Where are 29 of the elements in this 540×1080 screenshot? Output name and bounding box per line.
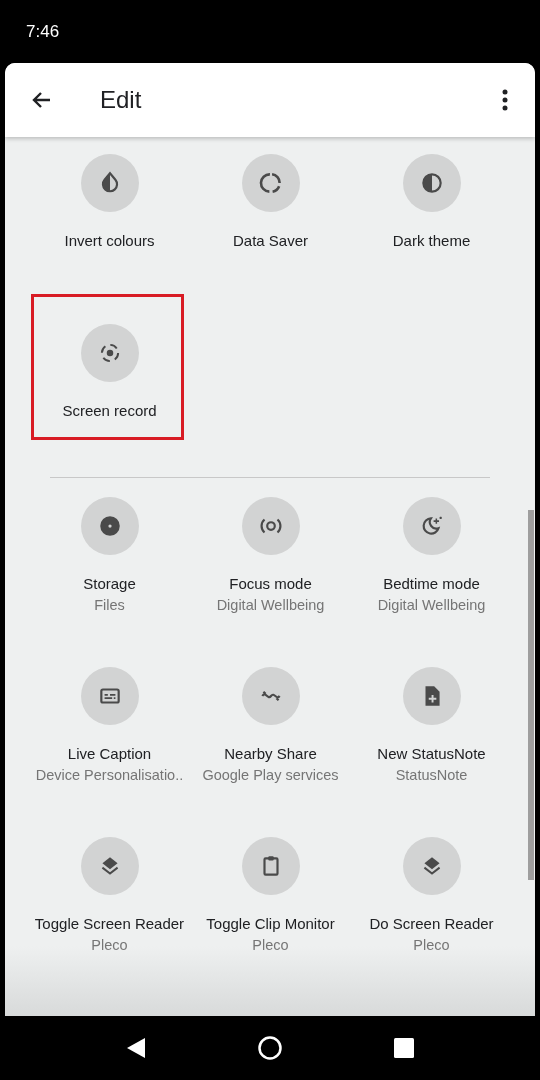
ring-icon [257, 170, 284, 196]
app-name: Files [94, 596, 125, 615]
more-vertical-icon [502, 89, 508, 111]
app-name: Pleco [413, 936, 450, 955]
app-name: Device Personalisatio.. [35, 766, 184, 785]
tile-label: Storage [83, 574, 136, 594]
tile-label: Invert colours [64, 231, 155, 251]
app-name: Pleco [91, 936, 128, 955]
more-button[interactable] [500, 87, 510, 113]
tile-label: Bedtime mode [383, 574, 480, 594]
screen-title: Edit [100, 85, 142, 115]
app-name: Digital Wellbeing [216, 596, 325, 615]
tile-label: Data Saver [232, 231, 308, 251]
tile-label: New StatusNote [377, 744, 486, 764]
app-name: Google Play services [202, 766, 339, 785]
app-name: Pleco [252, 936, 289, 955]
tile-label: Screen record [62, 401, 157, 421]
tile-label: Toggle Screen Reader [34, 914, 185, 934]
tile-label: Toggle Clip Monitor [206, 914, 335, 934]
tile-label: Do Screen Reader [369, 914, 494, 934]
home-nav-icon[interactable] [258, 1036, 282, 1060]
tile-label: Live Caption [67, 744, 152, 764]
status-time: 7:46 [26, 20, 60, 43]
back-nav-icon[interactable] [126, 1037, 146, 1059]
tile-label: Dark theme [392, 231, 471, 251]
app-name: StatusNote [395, 766, 468, 785]
tile-label: Focus mode [229, 574, 312, 594]
tile-label: Nearby Share [224, 744, 317, 764]
app-name: Digital Wellbeing [377, 596, 486, 615]
